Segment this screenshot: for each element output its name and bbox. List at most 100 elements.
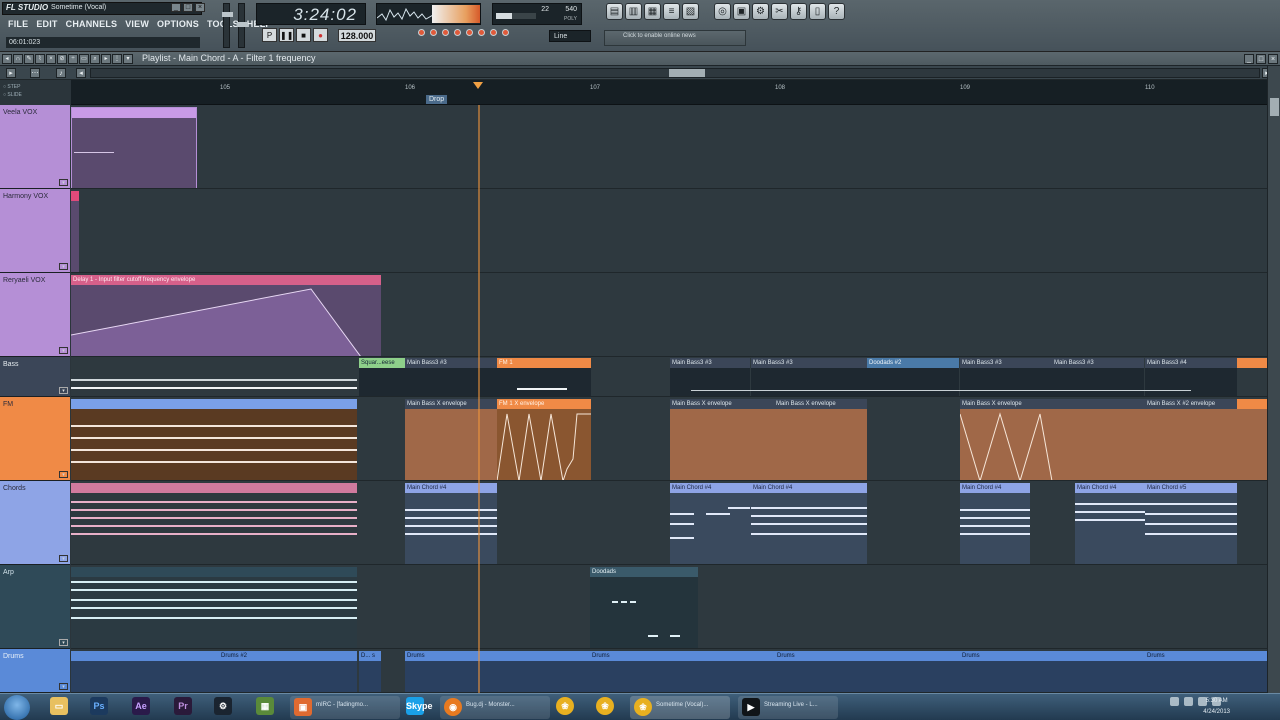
step-icon[interactable]: ○ STEP [3,84,20,90]
led-icon[interactable] [478,29,485,36]
led-icon[interactable] [466,29,473,36]
pattern-clip[interactable]: Drums [775,651,960,692]
track-label-fm[interactable]: FM ▾ [0,397,70,481]
time-display[interactable]: 3:24:02 [256,3,366,25]
network-icon[interactable] [1184,697,1193,706]
pattern-clip[interactable]: Doodads [590,567,698,648]
pattern-clip[interactable]: Drums [960,651,1145,692]
arrow-icon[interactable]: ◂ [2,54,12,64]
pattern-clip[interactable]: Main Chord #4 [405,483,497,564]
pattern-clip[interactable]: Drums [1145,651,1267,692]
explorer-icon[interactable]: ▭ [50,697,68,715]
fl-studio-icon[interactable]: ❀ [556,697,574,715]
scroll-thumb[interactable] [1270,98,1279,116]
led-icon[interactable] [418,29,425,36]
record-button[interactable]: ● [313,28,328,42]
start-button[interactable] [4,695,30,720]
led-icon[interactable] [502,29,509,36]
lane-fm[interactable]: Main Bass X envelope FM 1 X envelope Mai… [71,397,1267,481]
browser-icon[interactable]: ▧ [682,3,699,20]
audio-clip[interactable] [71,107,197,188]
cd-icon[interactable]: ◎ [714,3,731,20]
track-options-icon[interactable]: ▾ [59,263,68,270]
lane-chords[interactable]: Main Chord #4 Main Chord #4 Main Chord #… [71,481,1267,565]
track-options-icon[interactable]: ▾ [59,639,68,646]
minimize-icon[interactable]: _ [171,3,181,12]
horizontal-scrollbar[interactable] [90,68,1260,78]
menu-channels[interactable]: CHANNELS [66,19,118,29]
automation-clip[interactable]: FM 1 X envelope [497,399,591,480]
menu-icon[interactable]: ▾ [123,54,133,64]
track-label-chords[interactable]: Chords ▾ [0,481,70,565]
menu-options[interactable]: OPTIONS [157,19,199,29]
pattern-clip[interactable]: Main Bass3 #3 [960,358,1052,396]
master-pitch-slider[interactable] [237,3,248,48]
pattern-song-toggle[interactable]: P [262,28,277,42]
pattern-clip[interactable]: Drums [405,651,590,692]
playhead-marker-icon[interactable] [473,82,483,89]
maximize-icon[interactable]: □ [1256,54,1266,64]
led-icon[interactable] [430,29,437,36]
photoshop-icon[interactable]: Ps [90,697,108,715]
pattern-clip[interactable]: Main Bass3 #3 [405,358,497,396]
pattern-clip[interactable]: Drums [590,651,775,692]
magnet-icon[interactable]: ∩ [13,54,23,64]
disk-icon[interactable]: ▣ [733,3,750,20]
channel-rack-icon[interactable]: ▦ [644,3,661,20]
lane-bass[interactable]: Squar...eese Main Bass3 #3 FM 1 Main Bas… [71,357,1267,397]
track-options-icon[interactable]: ▾ [59,471,68,478]
close-icon[interactable]: × [1268,54,1278,64]
automation-clip[interactable]: Main Bass X envelope [774,399,867,480]
pattern-clip[interactable]: Main Bass3 #3 [670,358,750,396]
vertical-scrollbar[interactable] [1267,66,1280,693]
stop-button[interactable]: ■ [296,28,311,42]
lane-veela-vox[interactable] [71,105,1267,189]
pattern-clip[interactable]: Main Chord #4 [751,483,867,564]
pattern-clip[interactable]: Doodads #2 [867,358,959,396]
slide-icon[interactable]: ○ SLIDE [3,92,22,98]
track-label-harmony-vox[interactable]: Harmony VOX ▾ [0,189,70,273]
pattern-clip[interactable]: Main Chord #4 [960,483,1030,564]
pattern-clip[interactable]: D... s [359,651,381,692]
track-label-bass[interactable]: Bass ▾ [0,357,70,397]
pattern-clip[interactable]: Main Bass3 #3 [751,358,867,396]
taskbar-mirc[interactable]: ▣ mIRC - [fadingmo... [290,696,400,719]
led-icon[interactable] [454,29,461,36]
plugin-icon[interactable]: ⚙ [752,3,769,20]
pattern-clip[interactable] [71,567,357,648]
premiere-icon[interactable]: Pr [174,697,192,715]
after-effects-icon[interactable]: Ae [132,697,150,715]
track-options-icon[interactable]: ▾ [59,347,68,354]
zoom-icon[interactable]: ⌕ [90,54,100,64]
fl-studio-icon[interactable]: ❀ [596,697,614,715]
pattern-clip[interactable]: Main Chord #5 [1145,483,1237,564]
automation-clip[interactable]: Main Bass X envelope [405,399,497,480]
pattern-clip[interactable]: Main Chord #4 [670,483,751,564]
pattern-clip[interactable]: FM 1 [497,358,591,396]
key-icon[interactable]: ⚷ [790,3,807,20]
pattern-clip[interactable]: Squar...eese [359,358,405,396]
pattern-clip[interactable]: Drums #2 [219,651,357,692]
online-news-panel[interactable]: Click to enable online news [604,30,746,46]
drop-marker[interactable]: Drop [426,95,448,104]
audio-clip[interactable] [71,191,79,272]
tempo-display[interactable]: 128.000 [338,29,376,42]
minecraft-icon[interactable]: ▦ [256,697,274,715]
playback-icon[interactable]: ▸ [101,54,111,64]
tray-arrow-icon[interactable] [1170,697,1179,706]
taskbar-fl-studio[interactable]: ❀ Sometime (Vocal)... [630,696,730,719]
document-icon[interactable]: ▯ [809,3,826,20]
steam-icon[interactable]: ⚙ [214,697,232,715]
track-label-drums[interactable]: Drums ▾ [0,649,70,693]
brush-icon[interactable]: ⌇ [35,54,45,64]
lane-harmony-vox[interactable] [71,189,1267,273]
pattern-clip[interactable]: Main Chord #4 [1075,483,1145,564]
automation-clip[interactable]: Main Bass X #2 envelope [1145,399,1237,480]
led-icon[interactable] [490,29,497,36]
lane-arp[interactable]: Doodads [71,565,1267,649]
track-options-icon[interactable]: ▾ [59,683,68,690]
menu-view[interactable]: VIEW [125,19,149,29]
help-icon[interactable]: ? [828,3,845,20]
timeline-ruler[interactable]: 105 106 107 108 109 110 Drop [71,80,1267,105]
piano-roll-icon[interactable]: ▥ [625,3,642,20]
